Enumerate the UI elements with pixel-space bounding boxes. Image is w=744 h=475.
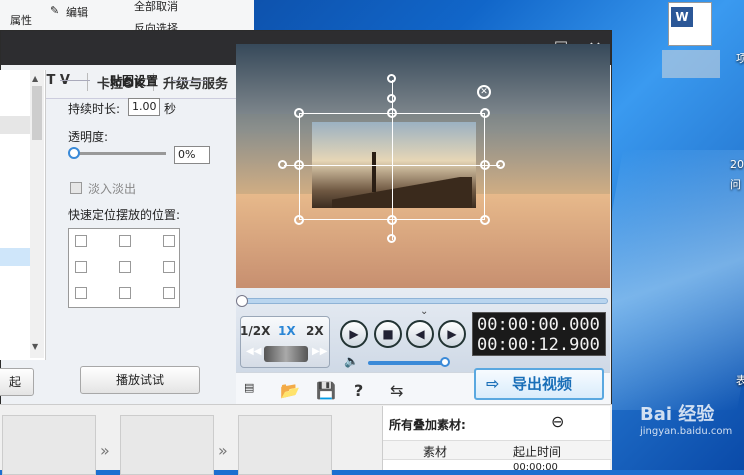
position-grid [68,228,180,308]
export-label: 导出视频 [512,375,573,393]
chevron-down-icon[interactable]: ⌄ [420,306,428,317]
prev-frame-icon[interactable]: ◀ [406,320,434,348]
remove-sticker-icon[interactable]: ✕ [477,85,491,99]
opacity-input[interactable]: 0% [174,146,210,164]
column-material[interactable]: 素材 [423,443,447,460]
timeline-knob[interactable] [236,295,248,307]
watermark-url: jingyan.baidu.com [640,426,733,437]
edit-icon: ✎ [50,4,60,17]
volume-slider[interactable] [368,361,446,365]
stop-icon[interactable]: ■ [374,320,402,348]
storyboard-slot[interactable] [238,415,332,475]
position-top-left[interactable] [75,235,87,247]
current-time: 00:00:00.000 [477,315,600,335]
overlay-panel-title: 所有叠加素材: [389,418,466,432]
list-item[interactable] [0,116,30,134]
chevron-right-icon: » [218,441,228,460]
play-icon[interactable]: ▶ [340,320,368,348]
column-time[interactable]: 起止时间 [513,443,561,460]
position-bottom-center[interactable] [119,287,131,299]
desktop-icon-label: 项 [736,52,744,65]
speed-2x-button[interactable]: 2X [306,324,324,338]
position-top-center[interactable] [119,235,131,247]
export-icon: ⇨ [486,374,500,393]
preview-play-button[interactable]: 播放试试 [80,366,200,394]
rotate-handle[interactable] [387,74,396,83]
edit-button[interactable]: 编辑 [66,4,88,20]
position-middle-left[interactable] [75,261,87,273]
explorer-ribbon: 属性 ✎ 编辑 全部取消 反向选择 [0,0,254,35]
resize-handle[interactable] [480,215,490,225]
scrollbar[interactable]: ▲ ▼ [30,70,44,358]
jog-wheel[interactable] [264,346,308,362]
opacity-label: 透明度: [68,130,109,144]
back-icon[interactable]: ⊖ [551,412,564,431]
new-icon[interactable]: ▤ [244,381,254,394]
opacity-slider[interactable] [70,152,166,155]
select-all-cancel[interactable]: 全部取消 [134,0,178,14]
duration-unit: 秒 [164,102,177,116]
resize-handle[interactable] [387,108,397,118]
duration-label: 持续时长: [68,102,121,116]
resize-handle[interactable] [387,215,397,225]
list-item-selected[interactable] [0,248,30,266]
storyboard-slot[interactable] [120,415,214,475]
quick-position-label: 快速定位摆放的位置: [68,208,181,222]
volume-icon[interactable]: 🔈 [344,354,359,368]
export-video-button[interactable]: ⇨ 导出视频 [474,368,604,400]
resize-handle[interactable] [294,160,304,170]
timeline-slider[interactable] [242,298,608,304]
storyboard-slot[interactable] [2,415,96,475]
watermark-text: Bai 经验 [640,404,715,425]
desktop-icon-label: 20 [730,158,744,171]
rotate-handle[interactable] [496,160,505,169]
save-icon[interactable]: 💾 [316,381,336,400]
resize-handle[interactable] [294,108,304,118]
fade-checkbox[interactable] [70,182,82,194]
rotate-handle[interactable] [278,160,287,169]
rotate-handle[interactable] [387,234,396,243]
fade-label: 淡入淡出 [88,182,137,196]
word-file-icon[interactable]: W [668,2,712,46]
overlay-list-panel: 所有叠加素材: ⊖ 素材 起止时间 00:00:00 [382,406,611,473]
opacity-slider-knob[interactable] [68,147,80,159]
desktop-icon-label: 问 [730,178,741,191]
panel-title: 贴图设置 [110,74,159,88]
resize-handle[interactable] [480,160,490,170]
share-icon[interactable]: ⇆ [390,381,403,400]
speed-1x-button[interactable]: 1X [278,324,296,338]
resize-handle[interactable] [480,108,490,118]
rewind-icon[interactable]: ◀◀ [246,346,261,357]
overlay-row-time[interactable]: 00:00:00 [513,462,558,473]
position-bottom-left[interactable] [75,287,87,299]
help-icon[interactable]: ? [354,381,363,400]
left-action-button[interactable]: 起 [0,368,34,396]
speed-half-button[interactable]: 1/2X [240,324,270,338]
properties-label[interactable]: 属性 [10,12,32,28]
total-time: 00:00:12.900 [477,335,600,355]
volume-knob[interactable] [440,357,450,367]
position-middle-right[interactable] [163,261,175,273]
sticker-settings-panel: 贴图设置 持续时长: 1.00 秒 透明度: 0% 淡入淡出 快速定位摆放的位置… [52,72,236,362]
position-bottom-right[interactable] [163,287,175,299]
fast-forward-icon[interactable]: ▶▶ [312,346,327,357]
blurred-desktop-icon[interactable] [662,50,720,78]
open-folder-icon[interactable]: 📂 [280,381,300,400]
rotate-handle[interactable] [387,94,396,103]
resize-handle[interactable] [294,215,304,225]
desktop-icon-label: 表 [736,374,744,387]
position-center[interactable] [119,261,131,273]
baidu-watermark: Bai 经验 jingyan.baidu.com [640,400,732,437]
position-top-right[interactable] [163,235,175,247]
time-display: 00:00:00.000 00:00:12.900 [472,312,606,356]
duration-input[interactable]: 1.00 [128,98,160,116]
chevron-right-icon: » [100,441,110,460]
next-frame-icon[interactable]: ▶ [438,320,466,348]
